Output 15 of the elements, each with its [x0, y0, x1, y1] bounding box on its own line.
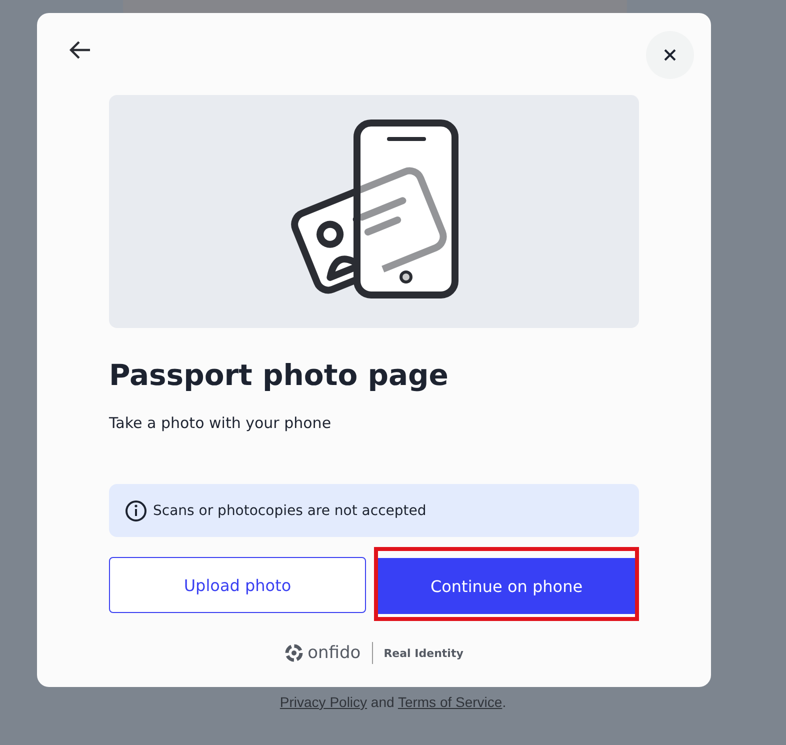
brand-name: onfido	[308, 643, 361, 663]
brand-logo-icon	[284, 644, 303, 662]
policy-link[interactable]: Privacy Policy	[280, 694, 368, 710]
instruction-text: Take a photo with your phone	[109, 414, 332, 432]
close-button[interactable]	[646, 31, 694, 79]
close-icon	[663, 48, 677, 62]
info-icon	[125, 500, 147, 522]
upload-button[interactable]: Upload photo	[109, 557, 366, 613]
policy-link[interactable]: Terms of Service	[398, 694, 502, 710]
brand-tagline: Real Identity	[384, 646, 464, 660]
page-title: Passport photo page	[109, 358, 450, 392]
notice-text: Scans or photocopies are not accepted	[153, 502, 426, 518]
continue-button[interactable]: Continue on phone	[378, 558, 635, 614]
policy-text: Privacy Policy and Terms of Service.	[278, 694, 508, 710]
back-arrow-icon[interactable]	[69, 41, 91, 59]
